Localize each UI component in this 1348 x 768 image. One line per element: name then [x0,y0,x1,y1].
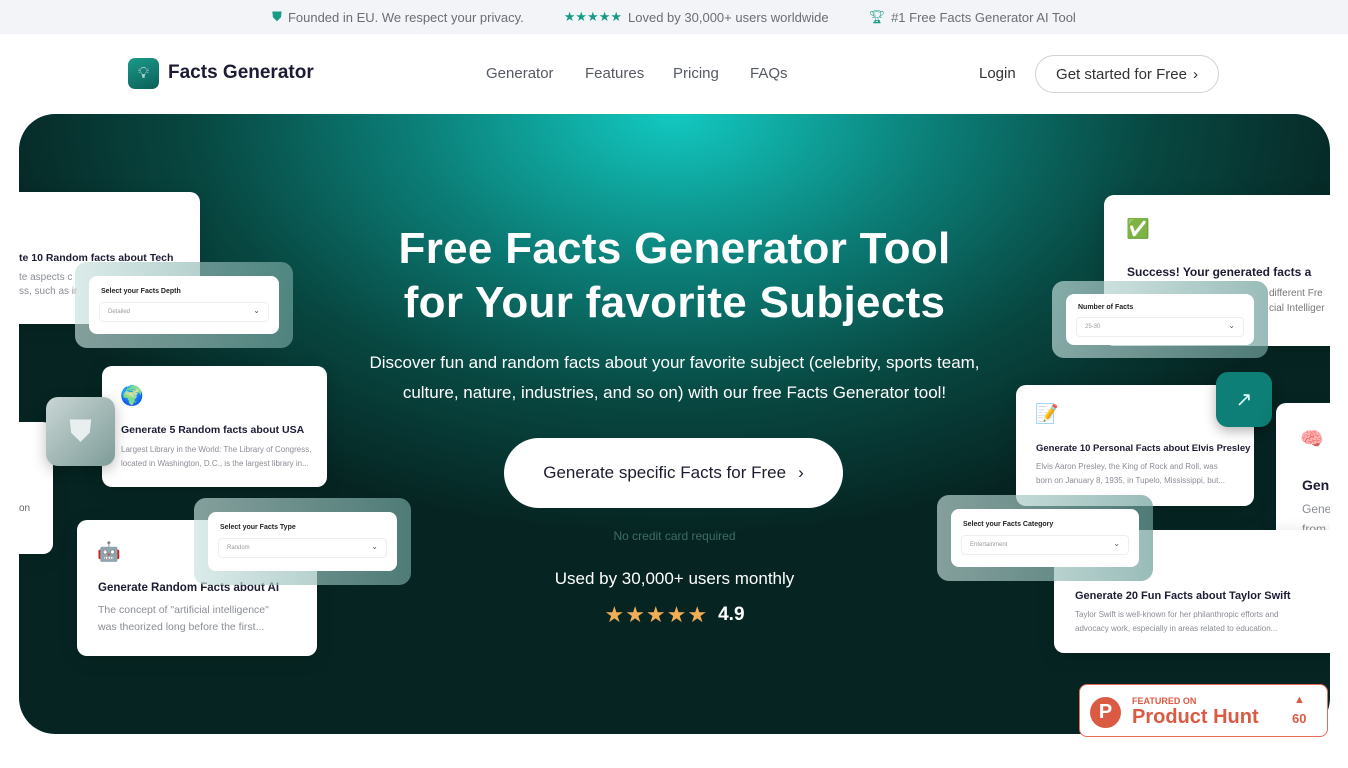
cta-label: Generate specific Facts for Free [543,463,787,482]
nav-generator[interactable]: Generator [486,65,554,82]
hero-title-line1: Free Facts Generator Tool [398,224,951,273]
upvote-icon: ▲ [1294,694,1305,706]
robot-icon: 🤖 [97,542,121,563]
shield-icon: ⛊ [272,9,282,24]
lightbulb-icon[interactable]: 💡︎ [128,58,159,89]
rating: ★★★★★ 4.9 [19,602,1330,628]
rank-text: #1 Free Facts Generator AI Tool [891,9,1076,25]
announcement-bar: ⛊ Founded in EU. We respect your privacy.… [0,0,1348,34]
chevron-right-icon: › [1192,65,1198,83]
upvote-count: 60 [1292,711,1307,726]
card-title: Generate 10 Personal Facts about Elvis P… [1036,443,1251,454]
hero-subtitle-line1: Discover fun and random facts about your… [369,353,980,372]
hero-section: te 10 Random facts about Tech te aspects… [19,114,1330,734]
nav-features[interactable]: Features [585,65,644,82]
featured-label: FEATURED ON [1132,696,1197,706]
login-link[interactable]: Login [979,65,1016,82]
stars-icon: ★★★★★ [563,9,623,24]
product-hunt-logo-icon: P [1090,697,1121,728]
stars-icon: ★★★★★ [604,602,709,627]
chevron-right-icon: › [798,463,804,482]
product-hunt-name: Product Hunt [1132,706,1259,728]
card-title: Gen [1302,477,1330,493]
users-text: Loved by 30,000+ users worldwide [628,9,829,25]
rating-score: 4.9 [718,604,745,625]
product-hunt-badge[interactable]: P FEATURED ON Product Hunt ▲ 60 [1079,684,1328,737]
nav-pricing[interactable]: Pricing [673,65,719,82]
usage-text: Used by 30,000+ users monthly [554,569,795,588]
navbar: 💡︎ Facts Generator Generator Features Pr… [0,34,1348,114]
shield-icon: ⛊ [69,414,92,448]
no-credit-card-note: No credit card required [613,529,736,543]
get-started-label: Get started for Free [1056,65,1187,83]
brand-name[interactable]: Facts Generator [168,62,314,84]
hero-subtitle-line2: culture, nature, industries, and so on) … [402,383,947,402]
shield-tile: ⛊ [46,397,115,466]
hero-title-line2: for Your favorite Subjects [403,278,946,327]
card-desc: Largest Library in the World: The Librar… [121,445,312,468]
card-title: Generate 20 Fun Facts about Taylor Swift [1075,590,1291,602]
card-desc: on [19,503,31,514]
nav-faqs[interactable]: FAQs [750,65,788,82]
memo-icon: 📝 [1035,404,1059,425]
card-desc: Elvis Aaron Presley, the King of Rock an… [1036,462,1225,485]
generate-facts-button[interactable]: Generate specific Facts for Free › [504,438,843,508]
get-started-button[interactable]: Get started for Free › [1035,55,1219,93]
trophy-icon: 🏆︎ [868,9,886,24]
card-title: Generate 5 Random facts about USA [121,424,305,436]
brain-icon: 🧠 [1300,429,1324,450]
chevron-down-icon: ⌄ [371,542,378,551]
privacy-text: Founded in EU. We respect your privacy. [287,9,524,25]
select-label: Select your Facts Category [963,521,1054,528]
